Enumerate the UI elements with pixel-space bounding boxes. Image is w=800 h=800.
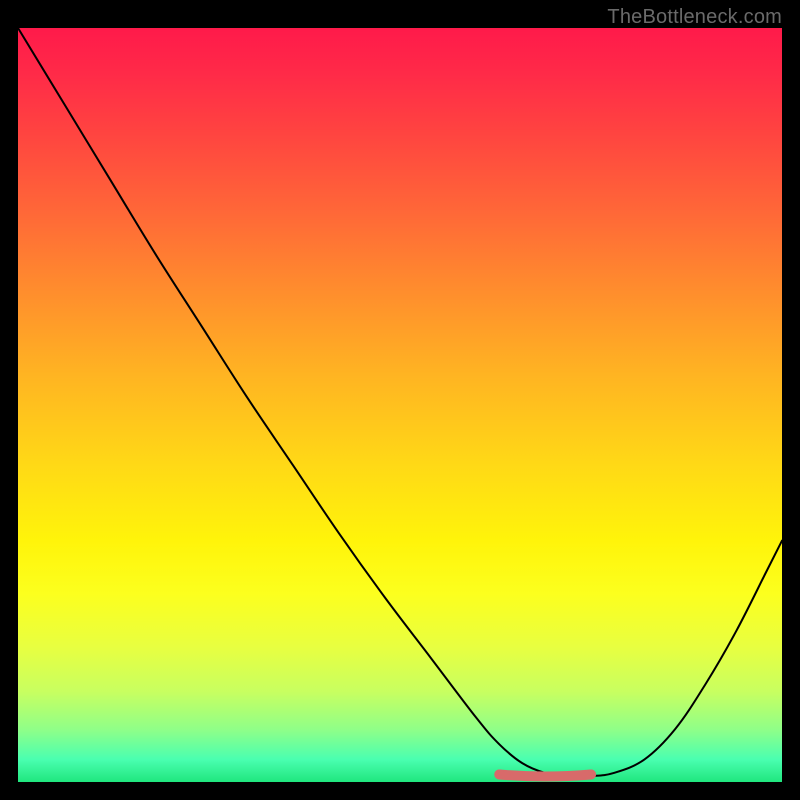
marker-dot-right bbox=[586, 769, 596, 779]
watermark-text: TheBottleneck.com bbox=[607, 6, 782, 29]
plot-area bbox=[18, 28, 782, 782]
chart-svg bbox=[18, 28, 782, 782]
marker-dot-left bbox=[494, 769, 504, 779]
chart-container: TheBottleneck.com bbox=[0, 0, 800, 800]
optimal-range-marker bbox=[499, 774, 591, 776]
bottleneck-curve bbox=[18, 28, 782, 776]
